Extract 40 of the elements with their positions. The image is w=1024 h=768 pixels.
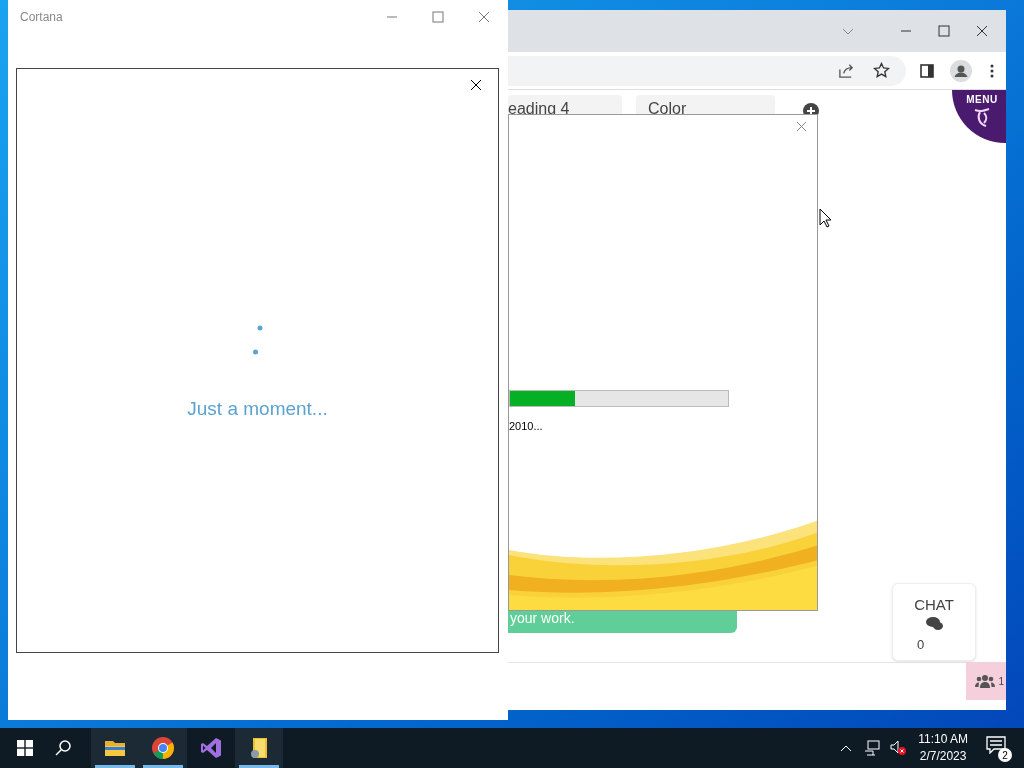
participant-count: 1 [998,674,1004,689]
menu-badge[interactable]: MENU [952,90,1006,143]
more-options-icon[interactable] [990,63,994,78]
maximize-icon[interactable] [432,11,444,23]
share-icon[interactable] [838,62,855,79]
chat-bubbles-icon [925,616,943,631]
maximize-icon[interactable] [938,25,950,37]
chat-card[interactable]: CHAT 0 [892,583,976,661]
clock-time: 11:10 AM [918,731,968,748]
loading-message: Just a moment... [187,397,328,421]
chat-title: CHAT [914,595,954,615]
heading-dropdown[interactable]: Color [636,95,775,117]
users-icon [975,674,996,688]
speaker-muted-icon[interactable] [890,740,907,756]
infinity-logo-icon[interactable] [199,736,223,760]
side-panel-icon[interactable] [920,63,934,78]
clock-date: 2/7/2023 [919,748,967,765]
open-indicator [95,765,135,768]
windows-start-icon[interactable] [17,740,33,756]
banner-text: your work. [510,610,575,626]
network-icon[interactable] [864,740,881,756]
participants-button[interactable]: 1 [966,662,1006,700]
close-icon[interactable] [976,25,988,37]
menu-label: MENU [965,93,998,107]
taskbar-button[interactable] [139,728,187,768]
taskbar-button[interactable] [235,728,283,768]
search-icon[interactable] [55,740,71,756]
open-indicator [239,765,279,768]
close-icon[interactable] [470,79,482,91]
star-icon[interactable] [873,62,890,79]
profile-icon[interactable] [950,59,972,82]
window-title: Cortana [20,9,64,26]
taskbar-button[interactable] [91,728,139,768]
status-text: 2010... [509,419,543,434]
chat-count: 0 [917,635,925,654]
open-indicator [143,765,183,768]
notification-count: 2 [998,748,1012,762]
clock[interactable]: 11:10 AM 2/7/2023 [918,731,968,765]
loading-spinner-icon [252,325,263,355]
chrome-icon[interactable] [151,736,175,760]
